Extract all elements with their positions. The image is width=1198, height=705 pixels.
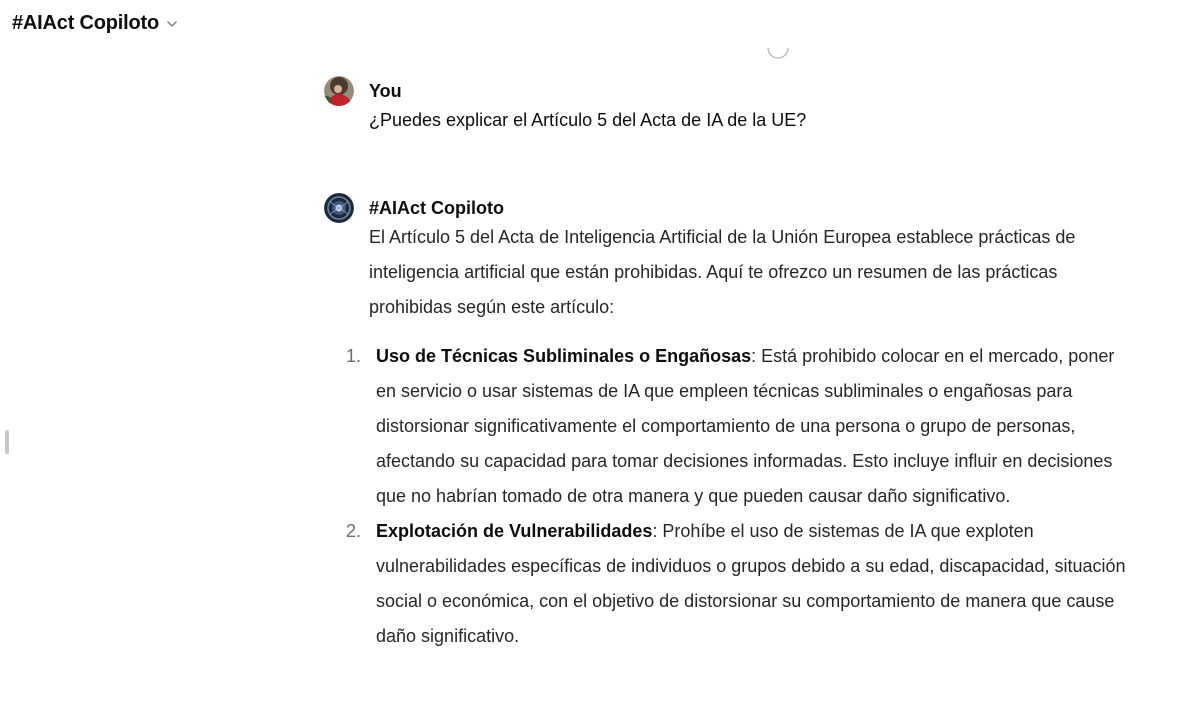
user-avatar [324,76,354,106]
chevron-down-icon [165,17,179,31]
assistant-message: #AIAct Copiloto El Artículo 5 del Acta d… [324,193,1134,705]
sidebar-resize-handle[interactable] [5,430,9,454]
list-item: 1. Uso de Técnicas Subliminales o Engaños… [346,339,1134,514]
list-item-number: 2. [346,521,362,541]
user-author-name: You [369,81,402,101]
assistant-author-name: #AIAct Copiloto [369,198,504,218]
list-item: 2. Explotación de Vulnerabilidades: Prohí… [346,514,1134,654]
model-selector[interactable]: #AIAct Copiloto [12,9,179,37]
list-item-text: : Está prohibido colocar en el mercado, … [376,346,1115,506]
list-item-title: Explotación de Vulnerabilidades [376,521,653,541]
model-title: #AIAct Copiloto [12,11,159,34]
assistant-avatar [324,193,354,223]
user-message-text: ¿Puedes explicar el Artículo 5 del Acta … [369,110,807,130]
assistant-intro-paragraph: El Artículo 5 del Acta de Inteligencia A… [369,227,1076,317]
list-item-title: Uso de Técnicas Subliminales o Engañosas [376,346,752,366]
user-message: You ¿Puedes explicar el Artículo 5 del A… [324,76,1134,146]
scroll-down-icon[interactable] [766,38,790,62]
prohibited-practices-list: 1. Uso de Técnicas Subliminales o Engaños… [346,339,1134,654]
list-item-number: 1. [346,346,362,366]
chat-page: #AIAct Copiloto You ¿Puedes explicar el … [0,0,1198,705]
